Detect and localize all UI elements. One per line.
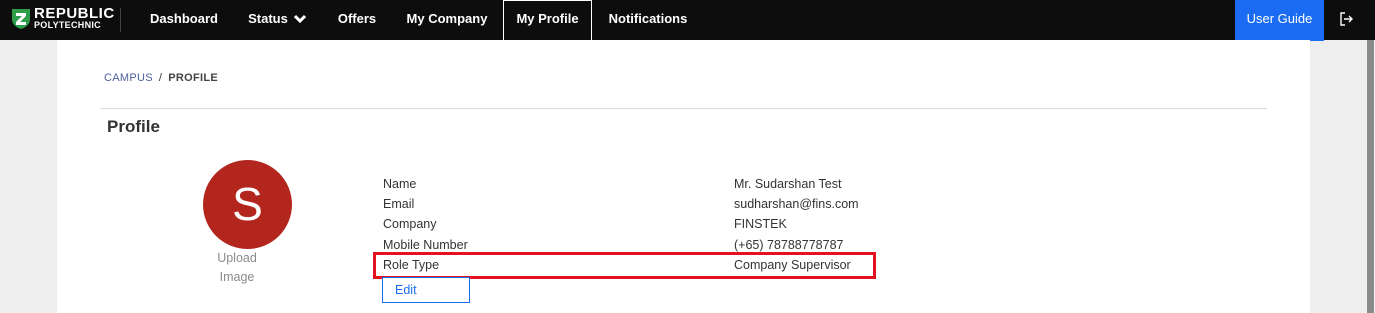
avatar: S <box>203 160 292 249</box>
logo-text-line1: REPUBLIC <box>34 5 115 22</box>
user-guide-button[interactable]: User Guide <box>1235 0 1324 41</box>
logout-icon[interactable] <box>1339 12 1353 26</box>
scrollbar-thumb[interactable] <box>1367 40 1374 313</box>
logo-text-line2: POLYTECHNIC <box>34 20 101 30</box>
mobile-number-label: Mobile Number <box>383 238 468 252</box>
top-navbar: REPUBLIC POLYTECHNIC Dashboard Status Of… <box>0 0 1375 41</box>
upload-image-link[interactable]: Upload Image <box>205 249 269 287</box>
divider <box>100 108 1267 109</box>
name-value: Mr. Sudarshan Test <box>734 177 842 191</box>
email-label: Email <box>383 197 415 211</box>
breadcrumb-profile: PROFILE <box>168 72 219 84</box>
nav-label: Status <box>248 11 288 26</box>
nav-item-my-company[interactable]: My Company <box>396 0 498 40</box>
nav-label: Dashboard <box>150 11 218 26</box>
nav-label: Offers <box>337 11 377 26</box>
breadcrumb-campus-link[interactable]: CAMPUS <box>104 72 153 84</box>
name-label: Name <box>383 177 417 191</box>
nav-item-status[interactable]: Status <box>236 0 318 40</box>
nav-item-my-profile[interactable]: My Profile <box>503 0 592 41</box>
nav-label: My Profile <box>516 11 579 26</box>
chevron-down-icon <box>293 14 306 24</box>
email-value: sudharshan@fins.com <box>734 197 859 211</box>
page-title: Profile <box>107 117 160 136</box>
nav-label: Notifications <box>608 11 688 26</box>
breadcrumb: CAMPUS / PROFILE <box>104 72 218 84</box>
republic-polytechnic-logo[interactable]: REPUBLIC POLYTECHNIC <box>11 5 121 33</box>
nav-item-dashboard[interactable]: Dashboard <box>140 0 228 40</box>
edit-button[interactable]: Edit <box>382 277 470 303</box>
nav-item-notifications[interactable]: Notifications <box>600 0 696 40</box>
role-type-highlight-box <box>373 252 876 279</box>
nav-divider <box>120 8 121 32</box>
nav-label: My Company <box>406 11 488 26</box>
company-value: FINSTEK <box>734 217 787 231</box>
mobile-number-value: (+65) 78788778787 <box>734 238 844 252</box>
company-label: Company <box>383 217 437 231</box>
breadcrumb-separator: / <box>158 72 163 84</box>
shield-logo-icon <box>12 9 30 29</box>
nav-item-offers[interactable]: Offers <box>330 0 384 40</box>
